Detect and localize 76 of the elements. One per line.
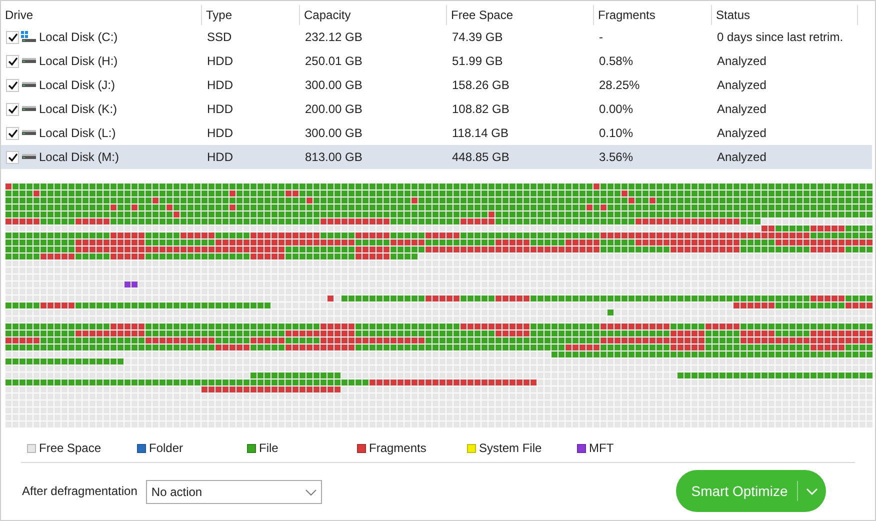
table-cell-text: 300.00 GB (305, 125, 362, 142)
table-cell-text: Local Disk (K:) (39, 101, 118, 118)
table-cell-text: 108.82 GB (452, 101, 510, 118)
legend-label: Folder (149, 440, 184, 457)
checkbox[interactable] (6, 78, 19, 92)
table-cell-text: 200.00 GB (305, 101, 362, 118)
table-cell-text: 250.01 GB (305, 53, 362, 70)
table-cell-text: HDD (207, 149, 233, 166)
drive-icon (21, 154, 37, 160)
column-header[interactable]: Type (206, 6, 232, 24)
table-cell-text: SSD (207, 29, 232, 46)
table-cell-text: 300.00 GB (305, 77, 362, 94)
check-icon (8, 152, 18, 162)
table-cell-text: 51.99 GB (452, 53, 503, 70)
table-cell-text: 0.10% (599, 125, 634, 142)
table-cell-text: HDD (207, 53, 233, 70)
checkbox[interactable] (6, 30, 19, 44)
legend-label: Fragments (369, 440, 426, 457)
legend-label: MFT (589, 440, 614, 457)
checkbox[interactable] (6, 54, 19, 68)
column-header[interactable]: Status (716, 6, 750, 24)
checkbox[interactable] (6, 150, 19, 164)
action-dropdown[interactable]: No action (146, 480, 322, 504)
drive-row[interactable]: Local Disk (K:) HDD 200.00 GB 108.82 GB 0.00% Analyzed (1, 97, 872, 121)
table-cell-text: 158.26 GB (452, 77, 510, 94)
table-cell-text: Local Disk (H:) (39, 53, 118, 70)
table-cell-text: 3.56% (599, 149, 634, 166)
table-cell-text: Local Disk (M:) (39, 149, 120, 166)
column-header[interactable]: Fragments (598, 6, 656, 24)
column-header[interactable]: Drive (5, 6, 34, 24)
table-cell-text: - (599, 29, 603, 46)
table-cell-text: Analyzed (717, 101, 766, 118)
chevron-down-icon[interactable] (806, 488, 818, 494)
check-icon (8, 56, 18, 66)
drive-row[interactable]: Local Disk (L:) HDD 300.00 GB 118.14 GB 0.10% Analyzed (1, 121, 872, 145)
table-cell-text: 0.00% (599, 101, 634, 118)
table-cell-text: 813.00 GB (305, 149, 362, 166)
table-cell-text: 0 days since last retrim. (717, 29, 844, 46)
table-cell-text: Analyzed (717, 53, 766, 70)
column-header[interactable]: Capacity (304, 6, 351, 24)
table-cell-text: 28.25% (599, 77, 640, 94)
drive-row[interactable]: Local Disk (H:) HDD 250.01 GB 51.99 GB 0.58% Analyzed (1, 49, 872, 73)
table-cell-text: HDD (207, 125, 233, 142)
drive-icon (21, 106, 37, 112)
drive-icon (21, 58, 37, 64)
drive-icon (21, 130, 37, 136)
table-cell-text: 0.58% (599, 53, 634, 70)
checkbox[interactable] (6, 102, 19, 116)
legend-label: Free Space (39, 440, 102, 457)
table-cell-text: 74.39 GB (452, 29, 503, 46)
drive-icon (21, 31, 37, 43)
table-cell-text: Local Disk (C:) (39, 29, 118, 46)
table-cell-text: Local Disk (J:) (39, 77, 116, 94)
check-icon (8, 104, 18, 114)
column-header[interactable]: Free Space (451, 6, 514, 24)
table-cell-text: Local Disk (L:) (39, 125, 116, 142)
table-cell-text: HDD (207, 101, 233, 118)
check-icon (8, 128, 18, 138)
legend-label: File (259, 440, 278, 457)
drive-row[interactable]: Local Disk (J:) HDD 300.00 GB 158.26 GB 28.25% Analyzed (1, 73, 872, 97)
table-cell-text: 448.85 GB (452, 149, 510, 166)
table-cell-text: 232.12 GB (305, 29, 362, 46)
check-icon (8, 32, 18, 42)
field-label: After defragmentation (22, 483, 138, 500)
table-cell-text: Analyzed (717, 77, 766, 94)
drive-row[interactable]: Local Disk (M:) HDD 813.00 GB 448.85 GB 3.56% Analyzed (1, 145, 872, 169)
table-cell-text: Analyzed (717, 149, 766, 166)
chevron-down-icon (305, 488, 318, 496)
drive-icon (21, 82, 37, 88)
drive-row[interactable]: Local Disk (C:) SSD 232.12 GB 74.39 GB - 0 days since last retrim. (1, 25, 872, 49)
table-cell-text: HDD (207, 77, 233, 94)
check-icon (8, 80, 18, 90)
table-cell-text: Analyzed (717, 125, 766, 142)
checkbox[interactable] (6, 126, 19, 140)
table-cell-text: 118.14 GB (452, 125, 508, 142)
legend-label: System File (479, 440, 542, 457)
